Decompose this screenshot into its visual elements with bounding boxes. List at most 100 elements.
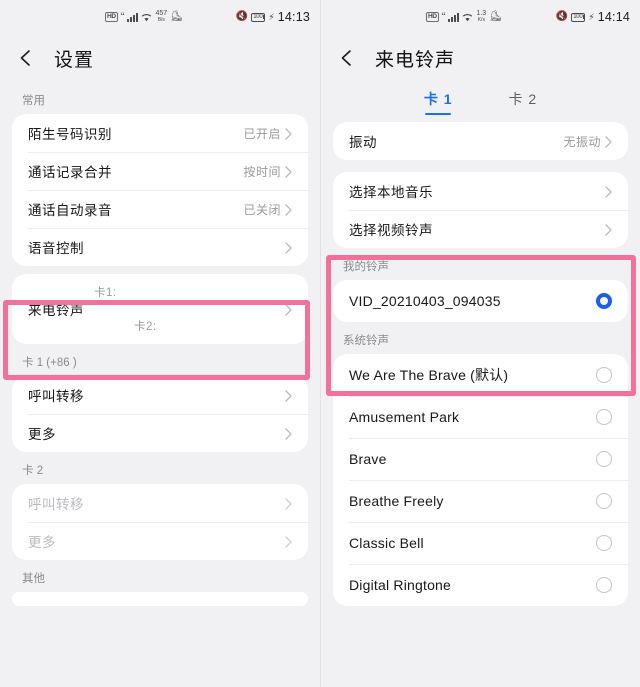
row-label: Amusement Park	[349, 409, 460, 425]
row-right: 无振动	[563, 133, 612, 150]
page-title: 来电铃声	[375, 49, 456, 71]
row-label: Breathe Freely	[349, 493, 444, 509]
right-phone-screen: HD “ 1.3 K/s ⛸ 🔇 100 ⚡ 14:14 来电铃声 卡 1 卡 …	[320, 0, 640, 687]
row-right: 按时间	[243, 163, 292, 180]
row-incoming-call-ringtone[interactable]: 来电铃声 卡1: 卡2:	[12, 274, 308, 344]
back-arrow-icon[interactable]	[16, 47, 38, 69]
list-item-my-ringtone[interactable]: VID_20210403_094035	[333, 280, 628, 322]
row-select-video-ringtone[interactable]: 选择视频铃声	[333, 210, 628, 248]
row-label: 通话自动录音	[28, 203, 112, 218]
row-label: 通话记录合并	[28, 165, 112, 180]
data-rate-unit: B/s	[157, 17, 165, 23]
chevron-right-icon	[285, 535, 292, 548]
battery-level: 100	[253, 14, 263, 20]
sim1-value: 卡1:	[94, 287, 117, 299]
chevron-right-icon	[605, 185, 612, 198]
row-voice-control[interactable]: 语音控制	[12, 228, 308, 266]
charging-bolt-icon: ⚡	[268, 11, 275, 22]
section-label-system-ringtones: 系统铃声	[343, 335, 389, 347]
list-item[interactable]: Classic Bell	[333, 522, 628, 564]
sim2-value: 卡2:	[134, 321, 157, 333]
back-arrow-icon[interactable]	[337, 47, 359, 69]
row-label: Classic Bell	[349, 535, 424, 551]
list-item[interactable]: Digital Ringtone	[333, 564, 628, 606]
radio-icon[interactable]	[596, 451, 612, 467]
radio-icon[interactable]	[596, 535, 612, 551]
clock: 14:14	[597, 10, 630, 24]
row-label: Digital Ringtone	[349, 577, 452, 593]
radio-icon[interactable]	[596, 409, 612, 425]
row-select-local-music[interactable]: 选择本地音乐	[333, 172, 628, 210]
hd-icon: HD	[105, 12, 118, 22]
common-settings-card: 陌生号码识别 已开启 通话记录合并 按时间 通话自动录音 已关闭 语音控制	[12, 114, 308, 266]
clock: 14:13	[277, 10, 310, 24]
section-label-sim1: 卡 1 (+86 )	[22, 357, 77, 369]
wifi-icon	[462, 13, 473, 22]
chevron-right-icon	[605, 135, 612, 148]
radio-icon[interactable]	[596, 577, 612, 593]
row-auto-call-recording[interactable]: 通话自动录音 已关闭	[12, 190, 308, 228]
tab-sim2[interactable]: 卡 2	[509, 89, 538, 115]
mute-icon: 🔇	[555, 11, 569, 22]
volte-icon: “	[441, 11, 446, 23]
row-label: 选择本地音乐	[349, 185, 433, 200]
row-label: Brave	[349, 451, 387, 467]
status-bar-left-icons: HD “ 1.3 K/s ⛸	[426, 10, 502, 23]
row-call-log-merge[interactable]: 通话记录合并 按时间	[12, 152, 308, 190]
row-label: VID_20210403_094035	[349, 293, 501, 309]
status-bar-left-icons: HD “ 457 B/s ⛸	[105, 10, 183, 23]
system-ringtones-card: We Are The Brave (默认) Amusement Park Bra…	[333, 354, 628, 606]
row-label: 振动	[349, 135, 377, 150]
row-right: 已关闭	[243, 201, 292, 218]
chevron-right-icon	[285, 389, 292, 402]
row-value: 已关闭	[243, 202, 281, 217]
status-bar-right-icons: 🔇 100 ⚡ 14:13	[236, 10, 310, 24]
my-ringtones-card: VID_20210403_094035	[333, 280, 628, 322]
row-stranger-number-id[interactable]: 陌生号码识别 已开启	[12, 114, 308, 152]
battery-level: 100	[573, 14, 583, 20]
row-right	[285, 241, 292, 254]
runner-icon: ⛸	[489, 11, 502, 22]
list-item[interactable]: We Are The Brave (默认)	[333, 354, 628, 396]
radio-icon[interactable]	[596, 493, 612, 509]
vibrate-card: 振动 无振动	[333, 122, 628, 160]
music-picker-card: 选择本地音乐 选择视频铃声	[333, 172, 628, 248]
row-label: 更多	[28, 427, 56, 442]
row-sim1-call-forwarding[interactable]: 呼叫转移	[12, 376, 308, 414]
radio-icon[interactable]	[596, 367, 612, 383]
runner-icon: ⛸	[170, 11, 183, 22]
dual-screenshot-comparison: HD “ 457 B/s ⛸ 🔇 100 ⚡ 14:13 设置 常用 陌生号码识…	[0, 0, 640, 687]
section-label-common: 常用	[22, 95, 45, 107]
data-rate-icon: 1.3 K/s	[476, 10, 486, 23]
list-item[interactable]: Amusement Park	[333, 396, 628, 438]
mute-icon: 🔇	[235, 11, 249, 22]
chevron-right-icon	[285, 427, 292, 440]
row-label: We Are The Brave (默认)	[349, 367, 509, 383]
row-label: 陌生号码识别	[28, 127, 112, 142]
sim-values: 卡1: 卡2:	[84, 280, 285, 338]
row-vibrate[interactable]: 振动 无振动	[333, 122, 628, 160]
page-title: 设置	[54, 49, 95, 71]
row-sim1-more[interactable]: 更多	[12, 414, 308, 452]
list-item[interactable]: Breathe Freely	[333, 480, 628, 522]
signal-bars-icon	[448, 12, 460, 22]
chevron-right-icon	[285, 241, 292, 254]
left-phone-screen: HD “ 457 B/s ⛸ 🔇 100 ⚡ 14:13 设置 常用 陌生号码识…	[0, 0, 320, 687]
row-label: 更多	[28, 535, 56, 550]
section-label-my-ringtones: 我的铃声	[343, 261, 389, 273]
charging-bolt-icon: ⚡	[588, 11, 595, 22]
row-label: 呼叫转移	[28, 497, 84, 512]
radio-selected-icon[interactable]	[596, 293, 612, 309]
data-rate-icon: 457 B/s	[155, 10, 167, 23]
list-item[interactable]: Brave	[333, 438, 628, 480]
battery-icon: 100	[251, 12, 266, 22]
chevron-right-icon	[285, 165, 292, 178]
chevron-right-icon	[285, 203, 292, 216]
tab-sim1[interactable]: 卡 1	[424, 89, 453, 115]
row-sim2-call-forwarding: 呼叫转移	[12, 484, 308, 522]
sim1-card: 呼叫转移 更多	[12, 376, 308, 452]
row-value: 按时间	[243, 164, 281, 179]
header-left: 设置	[0, 34, 320, 82]
row-label: 呼叫转移	[28, 389, 84, 404]
section-label-sim2: 卡 2	[22, 465, 44, 477]
